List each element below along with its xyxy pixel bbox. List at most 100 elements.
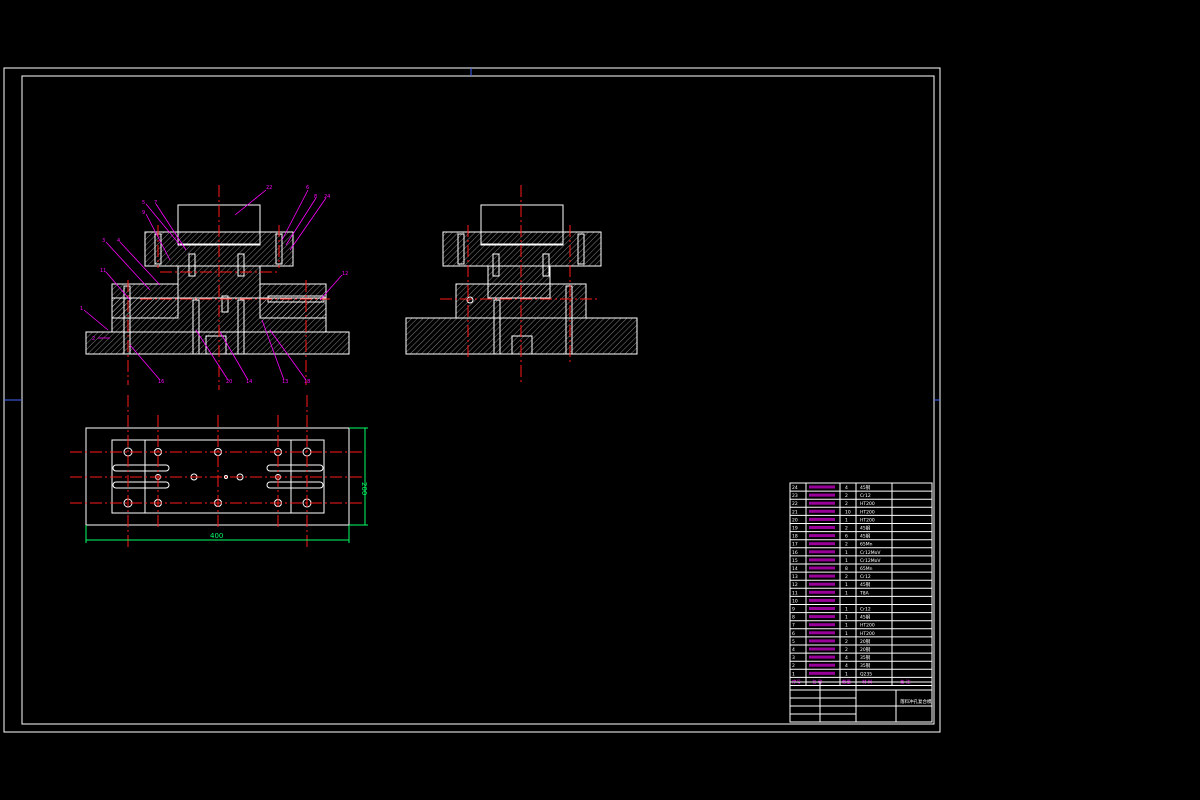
bom-row-name: [809, 493, 835, 497]
bom-row-no: 18: [792, 534, 798, 540]
bom-row-name: [809, 501, 835, 505]
bom-row-material: Q235: [860, 671, 872, 677]
bom-row-no: 13: [792, 574, 798, 580]
bom-row-name: [809, 655, 835, 659]
bom-row-qty: 2: [845, 647, 848, 653]
bom-row-qty: 1: [845, 590, 848, 596]
bom-row-qty: 1: [845, 607, 848, 613]
bom-row-material: 20钢: [860, 646, 871, 653]
bom-row-name: [809, 607, 835, 610]
bom-row-name: [809, 574, 835, 578]
bom-row-name: [809, 598, 835, 602]
bom-row-material: 20钢: [860, 638, 871, 645]
bom-row-material: 45钢: [860, 484, 871, 491]
label-12: 12: [342, 271, 348, 277]
label-11: 11: [100, 268, 106, 274]
bill-of-materials: 24 4 45钢23 2 Cr1222 2 HT20021 10 HT20020 1 HT20019…: [789, 482, 933, 686]
bom-row-name: [809, 615, 835, 619]
bom-row-no: 10: [792, 598, 798, 604]
label-16: 16: [158, 379, 164, 385]
dimension-length: 400: [210, 532, 223, 540]
bom-row-no: 4: [792, 647, 795, 653]
left-section-view: [85, 185, 350, 390]
bom-row-name: [809, 582, 835, 586]
bom-row-qty: 1: [845, 517, 848, 523]
bom-row-material: HT200: [860, 509, 875, 515]
bom-row-qty: 2: [845, 501, 848, 507]
bom-row-material: Cr12MoV: [860, 550, 881, 556]
label-14: 14: [246, 379, 252, 385]
bom-row-material: HT200: [860, 631, 875, 637]
cad-drawing-canvas[interactable]: 22 6 8 24 5 7 9 3 4 11 1 2 12 16 20 14 1…: [0, 0, 1200, 800]
bom-row-no: 21: [792, 509, 798, 515]
bom-row-name: [809, 623, 835, 627]
title-block: 落料冲孔复合模: [789, 681, 933, 723]
bom-row-no: 17: [792, 542, 798, 548]
bom-row-qty: 2: [845, 493, 848, 499]
sheet-border: [3, 67, 941, 733]
bom-row-no: 22: [792, 501, 798, 507]
bom-row-qty: 1: [845, 582, 848, 588]
bom-row-no: 15: [792, 558, 798, 564]
bom-row-qty: 1: [845, 631, 848, 637]
bom-row-qty: 1: [845, 550, 848, 556]
bom-row-no: 20: [792, 517, 798, 523]
bom-row-name: [809, 590, 835, 594]
bom-row-qty: 4: [845, 663, 848, 669]
dimension-width: 200: [360, 482, 368, 495]
bom-row-name: [809, 647, 835, 651]
label-2: 2: [92, 336, 95, 342]
bom-row-material: HT200: [860, 501, 875, 507]
bom-row-name: [809, 671, 835, 675]
bom-row-name: [809, 485, 835, 489]
bom-row-material: 65Mn: [860, 566, 873, 572]
bom-row-no: 19: [792, 526, 798, 532]
bom-row-material: 65Mn: [860, 542, 873, 548]
bom-row-no: 2: [792, 663, 795, 669]
bom-row-qty: 10: [845, 509, 851, 515]
bom-row-qty: 4: [845, 655, 848, 661]
bom-row-no: 9: [792, 607, 795, 613]
label-1: 1: [80, 306, 83, 312]
bom-row-material: HT200: [860, 623, 875, 629]
label-7: 7: [154, 200, 157, 206]
bom-row-material: Cr12: [860, 607, 871, 613]
bom-row-qty: 2: [845, 574, 848, 580]
bom-row-no: 14: [792, 566, 798, 572]
bom-row-material: 45钢: [860, 533, 871, 540]
plan-view: [70, 395, 365, 548]
bom-row-no: 12: [792, 582, 798, 588]
bom-row-qty: 8: [845, 566, 848, 572]
bom-row-no: 6: [792, 631, 795, 637]
bom-row-name: [809, 534, 835, 538]
label-18: 18: [304, 379, 310, 385]
bom-row-no: 3: [792, 655, 795, 661]
bom-row-no: 11: [792, 590, 798, 596]
bom-row-name: [809, 509, 835, 513]
bom-row-name: [809, 631, 835, 635]
label-13: 13: [282, 379, 288, 385]
bom-row-name: [809, 526, 835, 529]
bom-row-no: 8: [792, 615, 795, 621]
bom-row-no: 5: [792, 639, 795, 645]
bom-row-material: Cr12MoV: [860, 558, 881, 564]
bom-row-no: 7: [792, 623, 795, 629]
label-3: 3: [102, 238, 105, 244]
bom-row-qty: 1: [845, 671, 848, 677]
title-block-title: 落料冲孔复合模: [900, 698, 932, 705]
bom-row-no: 24: [792, 485, 798, 491]
bom-row-name: [809, 558, 835, 562]
bom-row-material: Cr12: [860, 574, 871, 580]
bom-row-no: 16: [792, 550, 798, 556]
label-8: 8: [314, 194, 317, 200]
label-9: 9: [142, 210, 145, 216]
bom-row-qty: 2: [845, 639, 848, 645]
label-5: 5: [142, 200, 145, 206]
bom-row-qty: 1: [845, 558, 848, 564]
bom-row-no: 23: [792, 493, 798, 499]
bom-row-qty: 1: [845, 623, 848, 629]
bom-row-no: 1: [792, 671, 795, 677]
bom-row-material: HT200: [860, 517, 875, 523]
label-4: 4: [117, 238, 120, 244]
bom-row-material: 35钢: [860, 662, 871, 669]
